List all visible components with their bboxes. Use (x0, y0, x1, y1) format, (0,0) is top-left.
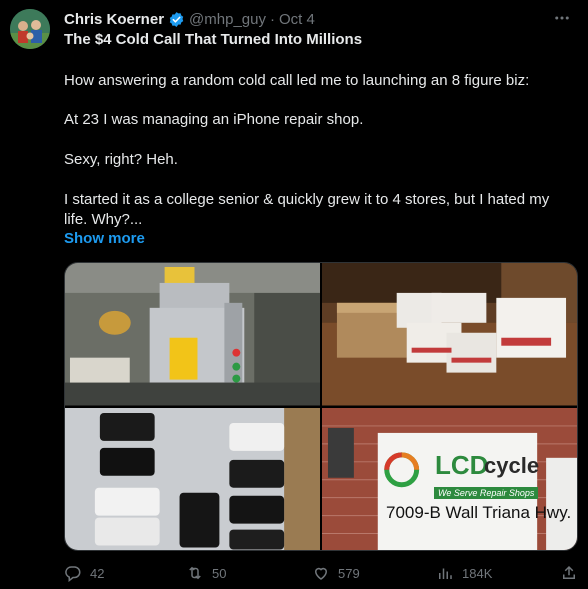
reply-icon (65, 566, 81, 582)
tweet[interactable]: Chris Koerner @mhp_guy · Oct 4 The $4 Co… (0, 0, 588, 589)
share-icon (563, 565, 575, 579)
views-icon (439, 568, 452, 579)
sign-brand-cycle: cycle (484, 453, 540, 478)
sign-brand-lcd: LCD (435, 450, 489, 480)
author-name[interactable]: Chris Koerner (64, 11, 164, 28)
separator-dot: · (269, 10, 275, 28)
views-button[interactable]: 184K (436, 564, 492, 582)
verified-badge-icon (169, 11, 184, 27)
reply-button[interactable]: 42 (64, 564, 104, 582)
tweet-paragraph: At 23 I was managing an iPhone repair sh… (64, 111, 364, 128)
share-button[interactable] (560, 564, 578, 582)
sign-text: LCD cycle We Serve Repair Shops 7009-B W… (322, 407, 577, 550)
avatar[interactable] (10, 9, 50, 49)
tweet-date[interactable]: Oct 4 (279, 11, 315, 28)
repost-count: 50 (212, 565, 227, 581)
author-handle[interactable]: @mhp_guy (189, 11, 266, 28)
media-photo-sign[interactable]: LCD cycle We Serve Repair Shops 7009-B W… (322, 407, 577, 550)
reply-count: 42 (90, 565, 105, 581)
media-grid: LCD cycle We Serve Repair Shops 7009-B W… (64, 262, 578, 551)
repost-button[interactable]: 50 (186, 564, 226, 582)
like-button[interactable]: 579 (312, 564, 360, 582)
like-icon (314, 567, 328, 580)
media-photo-boxes[interactable] (322, 263, 577, 406)
sign-tagline: We Serve Repair Shops (434, 487, 539, 499)
tweet-paragraph: I started it as a college senior & quick… (64, 191, 550, 228)
tweet-header: Chris Koerner @mhp_guy · Oct 4 (64, 9, 315, 29)
tweet-actions: 42 50 579 184K (64, 564, 578, 584)
views-count: 184K (462, 565, 493, 581)
show-more-link[interactable]: Show more (64, 230, 145, 247)
tweet-paragraph: How answering a random cold call led me … (64, 72, 530, 89)
media-photo-phones[interactable] (65, 407, 320, 550)
repost-icon (189, 566, 201, 580)
more-icon[interactable] (550, 6, 574, 30)
sign-address: 7009-B Wall Triana Hwy. (386, 503, 572, 522)
like-count: 579 (338, 565, 360, 581)
tweet-title: The $4 Cold Call That Turned Into Millio… (64, 31, 363, 48)
media-photo-machine[interactable] (65, 263, 320, 406)
tweet-paragraph: Sexy, right? Heh. (64, 151, 178, 168)
